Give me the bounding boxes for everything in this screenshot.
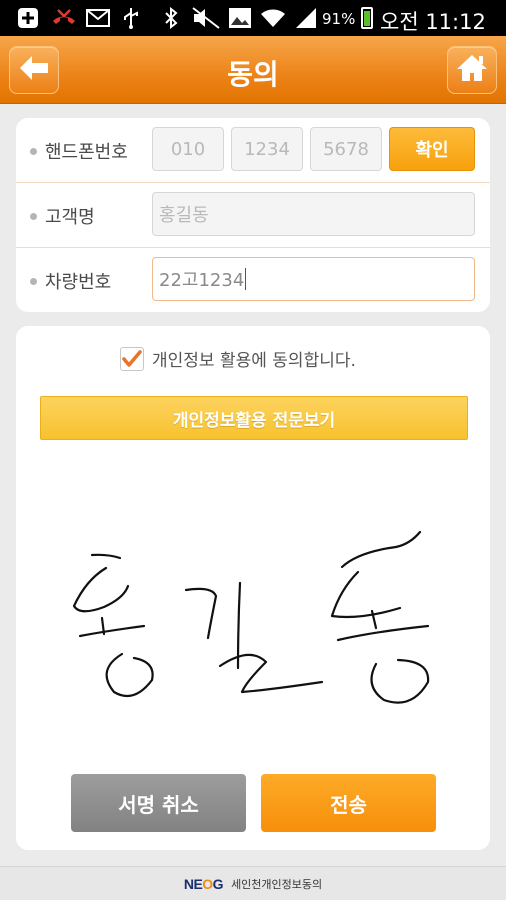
missed-call-icon	[50, 8, 78, 28]
clock: 오전 11:12	[380, 10, 486, 34]
agree-checkbox[interactable]	[120, 346, 144, 371]
send-button[interactable]: 전송	[261, 774, 436, 832]
bullet-icon	[30, 147, 37, 155]
phone-part2-input[interactable]: 1234	[231, 127, 303, 171]
bullet-icon	[30, 277, 37, 285]
page-title: 동의	[227, 58, 279, 91]
mute-icon	[192, 7, 220, 29]
text-cursor	[245, 268, 247, 290]
customer-form: 핸드폰번호 010 1234 5678 확인 고객명 홍길동 차량번호 22고1…	[16, 118, 490, 312]
footer-text: 세인천개인정보동의	[231, 877, 323, 891]
customer-name-input[interactable]: 홍길동	[152, 192, 475, 236]
status-bar: 91% 오전 11:12	[0, 0, 506, 36]
divider	[16, 182, 490, 183]
cancel-signature-button[interactable]: 서명 취소	[71, 774, 246, 832]
view-full-terms-button[interactable]: 개인정보활용 전문보기	[40, 396, 468, 440]
phone-label: 핸드폰번호	[30, 138, 128, 164]
signal-icon	[294, 8, 318, 28]
home-icon	[455, 53, 489, 87]
home-button[interactable]	[447, 46, 497, 94]
phone-part3-input[interactable]: 5678	[310, 127, 382, 171]
footer: NEOG 세인천개인정보동의	[0, 866, 506, 900]
bullet-icon	[30, 212, 37, 220]
agree-text: 개인정보 활용에 동의합니다.	[152, 351, 356, 371]
wifi-icon	[260, 8, 286, 28]
phone-confirm-button[interactable]: 확인	[389, 127, 475, 171]
checkmark-icon	[122, 349, 142, 367]
agree-row[interactable]: 개인정보 활용에 동의합니다.	[120, 346, 356, 371]
add-icon	[16, 8, 40, 28]
neoq-logo: NEOG	[183, 875, 224, 892]
customer-name-label: 고객명	[30, 203, 95, 229]
app-header: 동의	[0, 36, 506, 104]
signature-pad[interactable]	[40, 456, 468, 756]
mail-icon	[86, 8, 110, 28]
signature-drawing	[72, 530, 430, 704]
agreement-card: 개인정보 활용에 동의합니다. 개인정보활용 전문보기 서명 취소 전송	[16, 326, 490, 850]
car-number-input[interactable]: 22고1234	[152, 257, 475, 301]
divider	[16, 247, 490, 248]
battery-icon	[361, 7, 373, 29]
bluetooth-icon	[162, 7, 180, 29]
phone-part1-input[interactable]: 010	[152, 127, 224, 171]
usb-icon	[120, 8, 142, 29]
battery-percent: 91%	[322, 10, 356, 28]
car-number-label: 차량번호	[30, 268, 111, 294]
image-icon	[228, 8, 252, 28]
